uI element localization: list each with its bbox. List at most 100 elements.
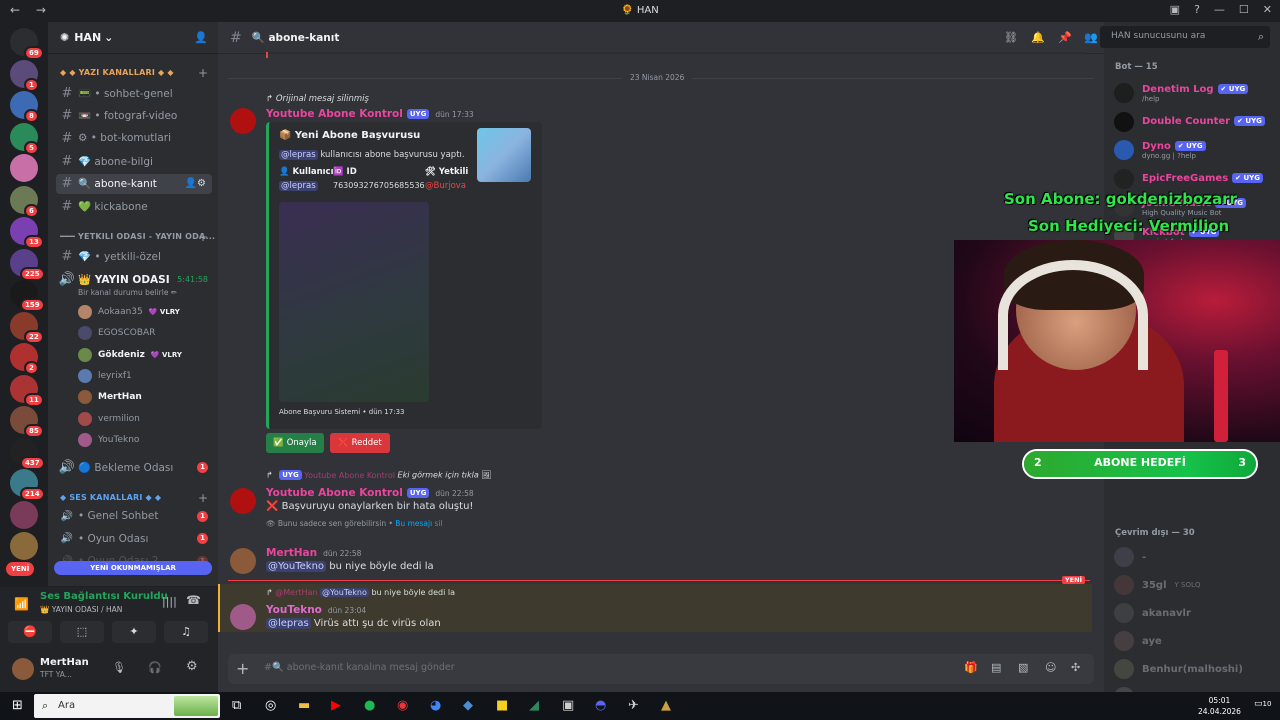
category-staff[interactable]: ━━━ Yetkili Odası - Yayın Oda... — [60, 232, 215, 241]
screen-share-button[interactable]: ⬚ — [60, 621, 104, 643]
message-input[interactable]: #🔍 abone-kanıt kanalına mesaj gönder — [264, 662, 455, 673]
notification-icon[interactable]: ▭10 — [1254, 699, 1271, 709]
channel-item[interactable]: # 📼 • fotograf-video — [56, 106, 212, 126]
app-icon[interactable]: ◢ — [529, 698, 539, 713]
category-voice[interactable]: ◆ SES KANALLARI ◆ ◆ — [60, 493, 161, 502]
taskbar-search-input[interactable]: Ara — [58, 700, 75, 711]
channel-item[interactable]: # 🔍 abone-kanıt 👤⚙ — [56, 173, 212, 194]
voice-user[interactable]: YouTekno — [78, 430, 139, 450]
reply-preview[interactable]: ↱ UYG Youtube Abone Kontrol Eki görmek i… — [266, 470, 491, 480]
app-icon[interactable]: ◆ — [463, 698, 473, 713]
delete-message-link[interactable]: Bu mesajı sil — [395, 519, 442, 528]
member-item[interactable]: aye — [1114, 626, 1278, 656]
disconnect-icon[interactable]: ☎ — [186, 593, 201, 607]
add-attachment-icon[interactable]: + — [236, 659, 249, 678]
bell-icon[interactable]: 🔔 — [1031, 31, 1045, 44]
guild-header[interactable]: ✺ HAN ⌄ 👤 — [48, 22, 218, 54]
member-item[interactable]: akanavlr — [1114, 598, 1278, 628]
voice-user[interactable]: MertHan — [78, 387, 142, 407]
signal-icon[interactable]: 📶 — [14, 597, 29, 611]
channel-item[interactable]: # ⚙ • bot-komutlari — [56, 128, 212, 148]
league-icon[interactable]: ▲ — [661, 698, 671, 713]
taskbar-search[interactable]: ⌕ Ara — [34, 694, 220, 718]
channel-yetkili-ozel[interactable]: # 💎 • yetkili-özel — [56, 246, 212, 266]
app-icon[interactable]: ▣ — [562, 698, 574, 713]
author-name[interactable]: Youtube Abone Kontrol — [266, 108, 403, 120]
member-item[interactable]: 35gl Y SOLQ — [1114, 570, 1278, 600]
voice-channel-item[interactable]: 🔊 • Genel Sohbet 1 — [56, 506, 212, 526]
threads-icon[interactable]: ⛓ — [1004, 31, 1018, 44]
notes-icon[interactable]: ■ — [496, 698, 508, 713]
voice-channel-item[interactable]: 🔊 • Oyun Odası 1 — [56, 529, 212, 549]
soundboard-button[interactable]: ♫ — [164, 621, 208, 643]
approve-button[interactable]: ✅ Onayla — [266, 433, 324, 453]
voice-user[interactable]: Gökdeniz 💜 VLRY — [78, 345, 182, 365]
unread-banner[interactable]: YENİ OKUNMAMIŞLAR — [54, 561, 212, 575]
avatar[interactable] — [230, 108, 256, 134]
voice-user[interactable]: vermilion — [78, 409, 140, 429]
voice-channel-name[interactable]: 👑 YAYIN ODASI / HAN — [40, 605, 122, 614]
avatar[interactable] — [230, 548, 256, 574]
microphone-icon[interactable]: 🎙 — [112, 661, 126, 674]
youtube-icon[interactable]: ▶ — [331, 698, 341, 713]
member-list-icon[interactable]: 👥 — [1084, 31, 1098, 44]
mention[interactable]: @lepras — [279, 150, 318, 160]
add-member-icon[interactable]: 👤 — [194, 31, 208, 44]
avatar[interactable] — [230, 488, 256, 514]
app-icon[interactable]: ◎ — [265, 698, 276, 713]
maximize-button[interactable]: ☐ — [1239, 3, 1249, 16]
user-status[interactable]: TFT YA... — [40, 670, 72, 679]
voice-status-text[interactable]: Ses Bağlantısı Kuruldu — [40, 591, 168, 602]
mention[interactable]: @lepras — [279, 181, 318, 191]
embed-thumbnail[interactable] — [477, 128, 531, 182]
voice-user[interactable]: EGOSCOBAR — [78, 323, 155, 343]
avatar[interactable] — [230, 604, 256, 630]
add-channel-icon[interactable]: + — [198, 66, 208, 80]
app-icon[interactable]: ✈ — [628, 698, 639, 713]
settings-gear-icon[interactable]: ⚙ — [186, 659, 198, 674]
settings-gear-icon[interactable]: 👤⚙ — [185, 178, 206, 189]
author-name[interactable]: YouTekno — [266, 604, 322, 616]
add-channel-icon[interactable]: + — [198, 491, 208, 505]
search-box[interactable]: HAN sunucusunu ara ⌕ — [1100, 26, 1270, 48]
sticker-icon[interactable]: ▧ — [1018, 661, 1028, 674]
app-icon[interactable]: ◉ — [397, 698, 408, 713]
channel-item[interactable]: # 💚 kickabone — [56, 197, 212, 217]
spotify-icon[interactable]: ● — [364, 698, 375, 713]
embed-image[interactable] — [279, 202, 429, 402]
field-value[interactable]: @Burjova — [425, 181, 466, 191]
voice-status[interactable]: Bir kanal durumu belirle ✏ — [78, 288, 177, 297]
apps-icon[interactable]: ✣ — [1071, 661, 1080, 674]
reply-preview[interactable]: ↱ @MertHan @YouTekno bu niye böyle dedi … — [266, 588, 455, 597]
member-item[interactable]: Benhur(malhoshi) — [1114, 654, 1278, 684]
member-item[interactable]: Double Counter ✔ UYG — [1114, 107, 1278, 137]
windows-start-icon[interactable]: ⊞ — [12, 698, 23, 713]
author-name[interactable]: MertHan — [266, 547, 317, 559]
user-name[interactable]: MertHan — [40, 657, 89, 668]
chrome-icon[interactable]: ◕ — [430, 698, 441, 713]
reply-preview[interactable]: ↱ Orijinal mesaj silinmiş — [266, 94, 369, 104]
minimize-button[interactable]: — — [1214, 3, 1225, 16]
member-item[interactable]: Denetim Log ✔ UYG/help — [1114, 78, 1278, 108]
voice-user[interactable]: leyrixf1 — [78, 366, 132, 386]
task-view-icon[interactable]: ⧉ — [232, 698, 241, 713]
camera-button[interactable]: ⛔ — [8, 621, 52, 643]
close-button[interactable]: ✕ — [1263, 3, 1272, 16]
inbox-icon[interactable]: ▣ — [1170, 3, 1180, 16]
server-icon[interactable] — [10, 500, 38, 529]
member-item[interactable]: Dyno ✔ UYG dyno.gg | ?help — [1114, 135, 1278, 165]
server-icon[interactable] — [10, 532, 38, 560]
gift-icon[interactable]: 🎁 — [964, 661, 978, 674]
help-icon[interactable]: ? — [1194, 3, 1200, 16]
server-icon[interactable] — [10, 154, 38, 182]
author-name[interactable]: Youtube Abone Kontrol — [266, 487, 403, 499]
gif-icon[interactable]: ▤ — [991, 661, 1001, 674]
voice-user[interactable]: Aokaan35 💜 VLRY — [78, 302, 180, 322]
channel-item[interactable]: # 📟 • sohbet-genel — [56, 83, 212, 103]
mention[interactable]: @lepras — [266, 618, 311, 629]
clock[interactable]: 05:01 24.04.2026 — [1198, 695, 1241, 717]
member-item[interactable]: - — [1114, 542, 1278, 572]
search-input[interactable]: HAN sunucusunu ara — [1111, 31, 1205, 41]
headphones-icon[interactable]: 🎧 — [148, 661, 162, 674]
activities-button[interactable]: ✦ — [112, 621, 156, 643]
